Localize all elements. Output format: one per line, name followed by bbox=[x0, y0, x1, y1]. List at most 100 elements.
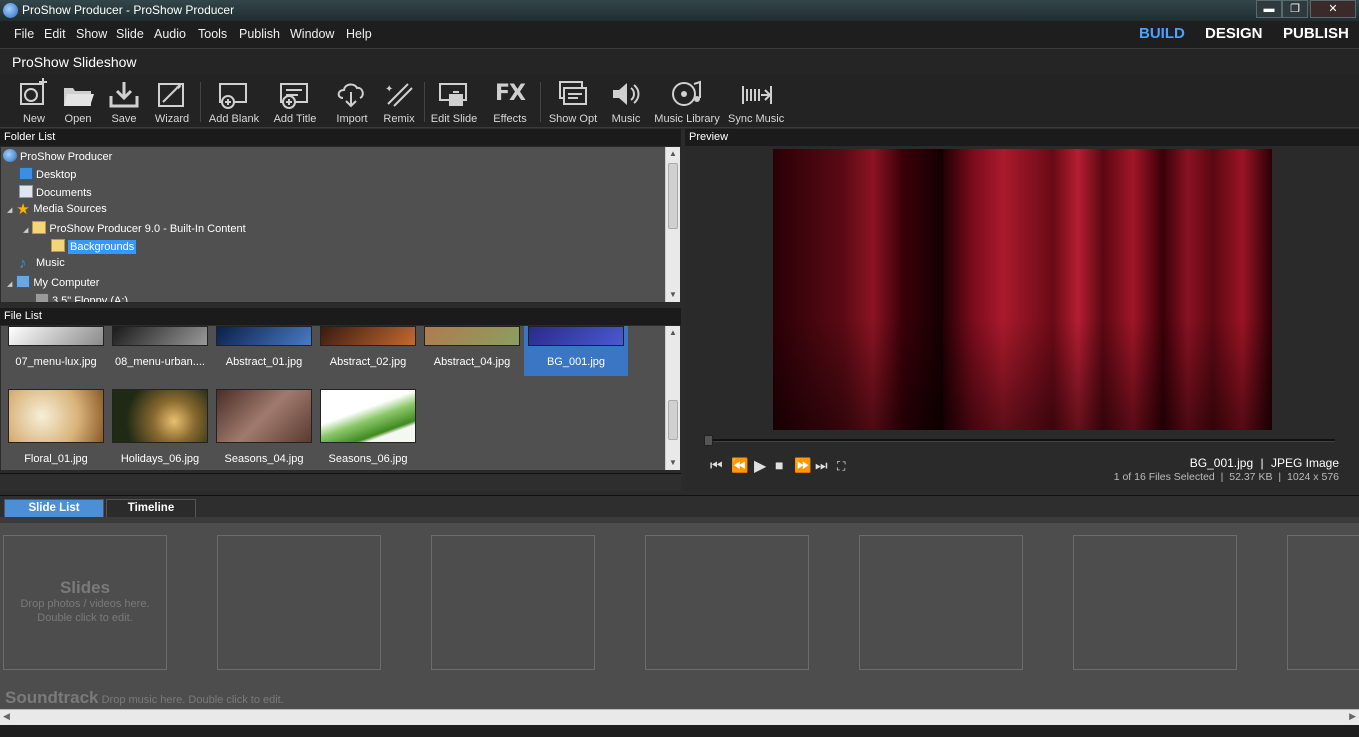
add-title-icon bbox=[280, 83, 308, 109]
wizard-button[interactable]: ✦ Wizard bbox=[152, 78, 192, 125]
app-icon bbox=[3, 3, 18, 18]
mode-build-tab[interactable]: BUILD bbox=[1139, 25, 1185, 42]
sync-music-button[interactable]: Sync Music bbox=[728, 78, 784, 125]
menu-publish[interactable]: Publish bbox=[239, 27, 280, 41]
scroll-down-arrow-icon[interactable]: ▼ bbox=[666, 288, 680, 302]
scroll-up-arrow-icon[interactable]: ▲ bbox=[666, 326, 680, 340]
folder-item-my-computer[interactable]: ◢ My Computer bbox=[7, 275, 99, 292]
menu-slide[interactable]: Slide bbox=[116, 27, 144, 41]
edit-slide-button[interactable]: Edit Slide bbox=[430, 78, 478, 125]
menu-edit[interactable]: Edit bbox=[44, 27, 66, 41]
desktop-icon bbox=[19, 167, 33, 180]
slide-slot[interactable] bbox=[859, 535, 1023, 670]
add-blank-button[interactable]: Add Blank bbox=[207, 78, 261, 125]
folder-item-backgrounds[interactable]: Backgrounds bbox=[51, 239, 137, 256]
scrollbar-thumb[interactable] bbox=[668, 400, 678, 440]
music-button[interactable]: Music bbox=[608, 78, 644, 125]
effects-button[interactable]: FX Effects bbox=[490, 78, 530, 125]
mode-design-tab[interactable]: DESIGN bbox=[1205, 25, 1263, 42]
file-list-scrollbar[interactable]: ▲ ▼ bbox=[665, 326, 680, 470]
preview-header: Preview bbox=[685, 129, 1359, 146]
scroll-right-arrow-icon[interactable]: ▶ bbox=[1349, 711, 1356, 722]
expand-arrow-icon[interactable]: ◢ bbox=[7, 281, 12, 288]
music-library-button[interactable]: Music Library bbox=[654, 78, 720, 125]
file-item[interactable]: Abstract_02.jpg bbox=[316, 326, 420, 376]
expand-arrow-icon[interactable]: ◢ bbox=[23, 227, 28, 234]
slide-slot[interactable] bbox=[645, 535, 809, 670]
tab-timeline[interactable]: Timeline bbox=[106, 499, 196, 517]
slide-slot[interactable] bbox=[217, 535, 381, 670]
remix-button[interactable]: ✦ Remix bbox=[381, 78, 417, 125]
stop-icon[interactable]: ■ bbox=[775, 457, 783, 473]
folder-item-documents[interactable]: Documents bbox=[19, 185, 92, 202]
slide-list-scrollbar[interactable]: ◀ ▶ bbox=[0, 709, 1359, 725]
folder-item-built-in-content[interactable]: ◢ ProShow Producer 9.0 - Built-In Content bbox=[23, 221, 246, 238]
file-list-panel: 07_menu-lux.jpg 08_menu-urban.... Abstra… bbox=[0, 325, 681, 471]
save-button[interactable]: Save bbox=[106, 78, 142, 125]
folder-item-floppy[interactable]: 3.5" Floppy (A:) bbox=[35, 293, 128, 302]
slide-slot[interactable] bbox=[431, 535, 595, 670]
file-item[interactable]: Floral_01.jpg bbox=[4, 389, 108, 465]
file-item[interactable]: Abstract_04.jpg bbox=[420, 326, 524, 376]
show-title-bar: ProShow Slideshow bbox=[0, 48, 1359, 74]
menu-show[interactable]: Show bbox=[76, 27, 107, 41]
expand-arrow-icon[interactable]: ◢ bbox=[7, 207, 12, 214]
close-button[interactable]: ✕ bbox=[1310, 0, 1356, 18]
file-item[interactable]: Holidays_06.jpg bbox=[108, 389, 212, 465]
file-item[interactable]: 07_menu-lux.jpg bbox=[4, 326, 108, 376]
fast-forward-icon[interactable]: ⏩ bbox=[794, 457, 811, 474]
folder-item-media-sources[interactable]: ◢ ★ Media Sources bbox=[7, 202, 107, 220]
slide-list-area[interactable]: Slides Drop photos / videos here. Double… bbox=[0, 517, 1359, 709]
add-title-button[interactable]: Add Title bbox=[272, 78, 318, 125]
seek-handle[interactable] bbox=[704, 435, 713, 446]
preview-seek-bar[interactable] bbox=[704, 435, 1335, 446]
file-item[interactable]: Seasons_04.jpg bbox=[212, 389, 316, 465]
music-library-label: Music Library bbox=[654, 113, 720, 125]
slide-slot[interactable]: Slides Drop photos / videos here. Double… bbox=[3, 535, 167, 670]
play-icon[interactable]: ▶ bbox=[754, 456, 766, 476]
file-name: Abstract_02.jpg bbox=[329, 356, 407, 368]
menu-help[interactable]: Help bbox=[346, 27, 372, 41]
fullscreen-icon[interactable]: ⛶ bbox=[837, 459, 845, 474]
folder-item-label: Media Sources bbox=[33, 203, 107, 215]
folder-item-label: Desktop bbox=[36, 169, 77, 181]
file-item[interactable]: Seasons_06.jpg bbox=[316, 389, 420, 465]
restore-button[interactable]: ❐ bbox=[1282, 0, 1308, 18]
skip-to-end-icon[interactable]: ⏭ bbox=[815, 457, 828, 474]
scroll-left-arrow-icon[interactable]: ◀ bbox=[3, 711, 10, 722]
open-button[interactable]: Open bbox=[60, 78, 96, 125]
new-show-icon bbox=[20, 78, 47, 105]
soundtrack-hint: Drop music here. Double click to edit. bbox=[101, 694, 284, 706]
tab-slide-list[interactable]: Slide List bbox=[4, 499, 104, 517]
skip-to-start-icon[interactable]: ⏮ bbox=[710, 457, 723, 474]
scrollbar-thumb[interactable] bbox=[668, 163, 678, 229]
new-button[interactable]: New bbox=[14, 78, 54, 125]
folder-item-music[interactable]: ♪ Music bbox=[19, 256, 65, 274]
slide-slot[interactable] bbox=[1287, 535, 1359, 670]
scroll-down-arrow-icon[interactable]: ▼ bbox=[666, 456, 680, 470]
speaker-icon bbox=[613, 83, 640, 105]
menu-window[interactable]: Window bbox=[290, 27, 334, 41]
file-item[interactable]: 08_menu-urban.... bbox=[108, 326, 212, 376]
minimize-button[interactable]: ▬ bbox=[1256, 0, 1282, 18]
folder-item-desktop[interactable]: Desktop bbox=[19, 167, 76, 184]
show-options-button[interactable]: Show Opt bbox=[548, 78, 598, 125]
floppy-icon bbox=[35, 293, 49, 302]
slide-slot[interactable] bbox=[1073, 535, 1237, 670]
import-button[interactable]: Import bbox=[334, 78, 370, 125]
file-item-selected[interactable]: BG_001.jpg bbox=[524, 326, 628, 376]
menu-file[interactable]: File bbox=[14, 27, 34, 41]
rewind-icon[interactable]: ⏪ bbox=[731, 457, 748, 474]
mode-publish-tab[interactable]: PUBLISH bbox=[1283, 25, 1349, 42]
scroll-up-arrow-icon[interactable]: ▲ bbox=[666, 147, 680, 161]
globe-icon bbox=[3, 149, 17, 162]
soundtrack-area[interactable]: Soundtrack Drop music here. Double click… bbox=[5, 688, 284, 708]
folder-list-scrollbar[interactable]: ▲ ▼ bbox=[665, 147, 680, 302]
folder-item-proshow-producer[interactable]: ProShow Producer bbox=[3, 149, 112, 166]
show-options-label: Show Opt bbox=[548, 113, 598, 125]
file-thumbnail bbox=[8, 389, 104, 443]
file-item[interactable]: Abstract_01.jpg bbox=[212, 326, 316, 376]
menu-audio[interactable]: Audio bbox=[154, 27, 186, 41]
menu-tools[interactable]: Tools bbox=[198, 27, 227, 41]
folder-item-label: My Computer bbox=[33, 277, 100, 289]
